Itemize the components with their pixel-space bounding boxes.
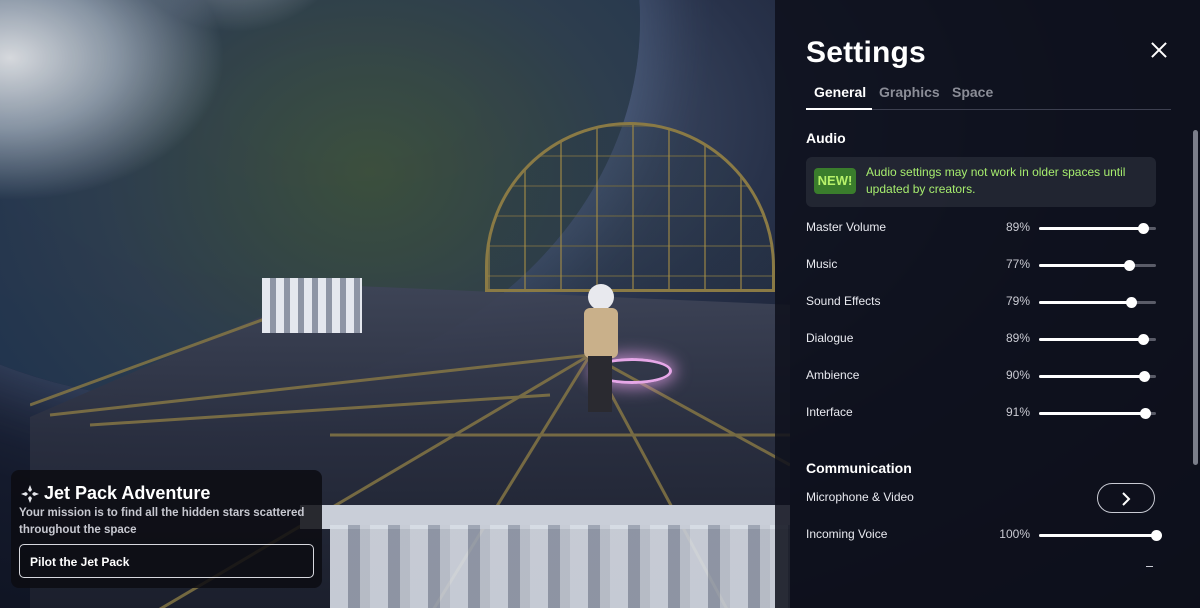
microphone-video-label: Microphone & Video bbox=[806, 490, 914, 504]
sound-effects-slider[interactable] bbox=[1039, 297, 1156, 308]
avatar-jetpack bbox=[584, 308, 618, 358]
slider-value: 90% bbox=[1005, 368, 1030, 382]
slider-label: Sound Effects bbox=[806, 294, 881, 308]
slider-row-master-volume: Master Volume 89% bbox=[806, 218, 1164, 238]
slider-value: 77% bbox=[1005, 257, 1030, 271]
slider-thumb[interactable] bbox=[1124, 260, 1136, 271]
ambience-slider[interactable] bbox=[1039, 371, 1156, 382]
slider-fill bbox=[1039, 301, 1132, 304]
slider-row-sound-effects: Sound Effects 79% bbox=[806, 292, 1164, 312]
active-tab-indicator bbox=[806, 108, 872, 110]
slider-value: 89% bbox=[1005, 331, 1030, 345]
master-volume-slider[interactable] bbox=[1039, 223, 1156, 234]
quest-title: Jet Pack Adventure bbox=[44, 483, 211, 503]
slider-row-interface: Interface 91% bbox=[806, 403, 1164, 423]
slider-label: Music bbox=[806, 257, 838, 271]
slider-row-dialogue: Dialogue 89% bbox=[806, 329, 1164, 349]
slider-thumb[interactable] bbox=[1151, 530, 1162, 541]
slider-label: Interface bbox=[806, 405, 853, 419]
slider-row-ambience: Ambience 90% bbox=[806, 366, 1164, 386]
settings-tabs: General Graphics Space bbox=[806, 84, 1171, 110]
balcony-railing-left bbox=[262, 278, 362, 333]
audio-notice: NEW! Audio settings may not work in olde… bbox=[806, 157, 1156, 207]
slider-value: 100% bbox=[999, 527, 1030, 541]
slider-value: 79% bbox=[1005, 294, 1030, 308]
slider-thumb[interactable] bbox=[1126, 297, 1138, 308]
slider-value: 91% bbox=[1005, 405, 1030, 419]
slider-fill bbox=[1039, 375, 1145, 378]
settings-title: Settings bbox=[806, 36, 926, 69]
compass-icon bbox=[21, 485, 39, 503]
interface-slider[interactable] bbox=[1039, 408, 1156, 419]
tab-space[interactable]: Space bbox=[952, 84, 993, 100]
tab-graphics[interactable]: Graphics bbox=[879, 84, 940, 100]
slider-thumb[interactable] bbox=[1139, 371, 1151, 382]
communication-section-title: Communication bbox=[806, 460, 912, 476]
slider-fill bbox=[1039, 534, 1156, 537]
quest-card: Jet Pack Adventure Your mission is to fi… bbox=[11, 470, 322, 588]
new-badge: NEW! bbox=[814, 168, 856, 194]
slider-fill bbox=[1039, 412, 1146, 415]
settings-panel: Settings General Graphics Space Audio NE… bbox=[775, 0, 1200, 608]
slider-label: Incoming Voice bbox=[806, 527, 888, 541]
tab-general[interactable]: General bbox=[814, 84, 866, 100]
music-slider[interactable] bbox=[1039, 260, 1156, 271]
pilot-jetpack-button[interactable]: Pilot the Jet Pack bbox=[19, 544, 314, 578]
slider-value: 89% bbox=[1005, 220, 1030, 234]
slider-thumb[interactable] bbox=[1140, 408, 1152, 419]
slider-label: Ambience bbox=[806, 368, 860, 382]
slider-thumb[interactable] bbox=[1138, 223, 1150, 234]
quest-description: Your mission is to find all the hidden s… bbox=[19, 507, 305, 536]
slider-label: Master Volume bbox=[806, 220, 887, 234]
slider-fill bbox=[1039, 264, 1130, 267]
microphone-video-open-button[interactable] bbox=[1097, 483, 1155, 513]
close-icon[interactable] bbox=[1147, 38, 1171, 62]
audio-notice-text: Audio settings may not work in older spa… bbox=[866, 165, 1126, 196]
slider-fill bbox=[1039, 227, 1144, 230]
balustrade bbox=[330, 525, 790, 608]
avatar-helmet bbox=[588, 284, 614, 310]
dialogue-slider[interactable] bbox=[1039, 334, 1156, 345]
more-content-indicator bbox=[1146, 566, 1153, 567]
audio-section-title: Audio bbox=[806, 130, 846, 146]
settings-scrollbar[interactable] bbox=[1193, 130, 1198, 465]
chevron-right-icon bbox=[1122, 492, 1131, 506]
slider-thumb[interactable] bbox=[1138, 334, 1150, 345]
player-avatar bbox=[578, 284, 620, 414]
slider-row-incoming-voice: Incoming Voice 100% bbox=[806, 525, 1164, 545]
slider-row-music: Music 77% bbox=[806, 255, 1164, 275]
incoming-voice-slider[interactable] bbox=[1039, 530, 1162, 541]
slider-label: Dialogue bbox=[806, 331, 854, 345]
avatar-legs bbox=[588, 356, 612, 412]
slider-fill bbox=[1039, 338, 1144, 341]
